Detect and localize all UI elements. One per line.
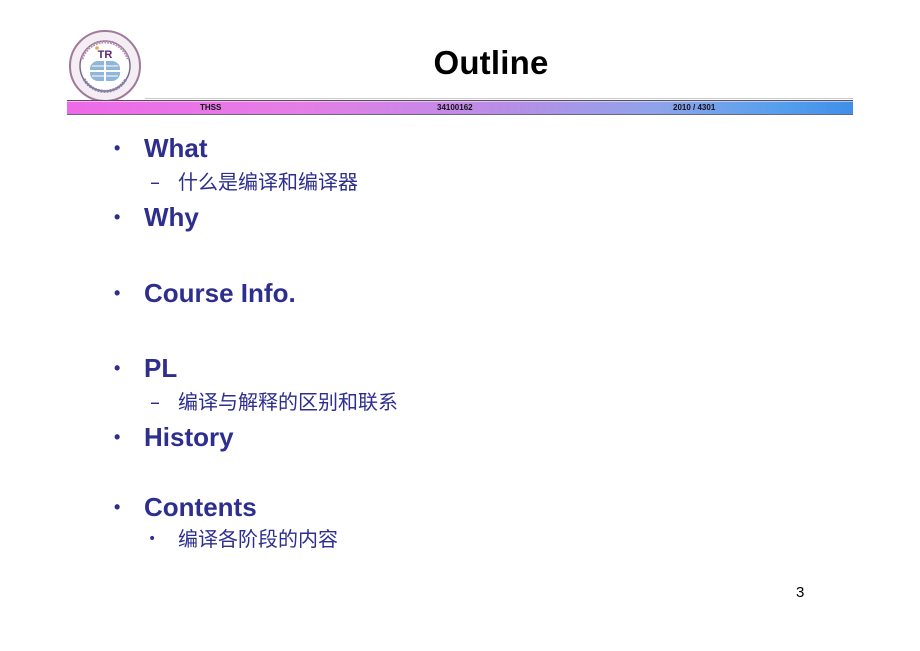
banner-left-text: THSS	[200, 103, 222, 112]
banner-divider	[145, 98, 853, 99]
outline-item-label: Why	[144, 202, 199, 232]
dash-marker: –	[150, 390, 160, 414]
outline-item-label: What	[144, 133, 208, 163]
slide-title: Outline	[433, 44, 549, 81]
page-number: 3	[796, 584, 805, 601]
bullet: •	[114, 497, 121, 517]
dash-marker: –	[150, 170, 160, 194]
outline-item-label: PL	[144, 353, 178, 383]
outline-item-label: Contents	[144, 492, 257, 522]
bullet: •	[114, 283, 121, 303]
bullet: •	[114, 207, 121, 227]
banner-right-text: 2010 / 4301	[673, 103, 716, 112]
header-banner: THSS 34100162 2010 / 4301	[67, 100, 853, 115]
bullet-marker: •	[148, 531, 157, 547]
outline-subitem-text: 什么是编译和编译器	[178, 170, 358, 194]
outline-subitem-text: 编译各阶段的内容	[178, 527, 338, 551]
banner-center-text: 34100162	[437, 103, 473, 112]
bullet: •	[114, 138, 121, 158]
outline-item-label: History	[144, 422, 234, 452]
bullet: •	[114, 358, 121, 378]
outline-subitem-text: 编译与解释的区别和联系	[178, 390, 398, 414]
bullet: •	[114, 427, 121, 447]
outline-item-label: Course Info.	[144, 278, 296, 308]
